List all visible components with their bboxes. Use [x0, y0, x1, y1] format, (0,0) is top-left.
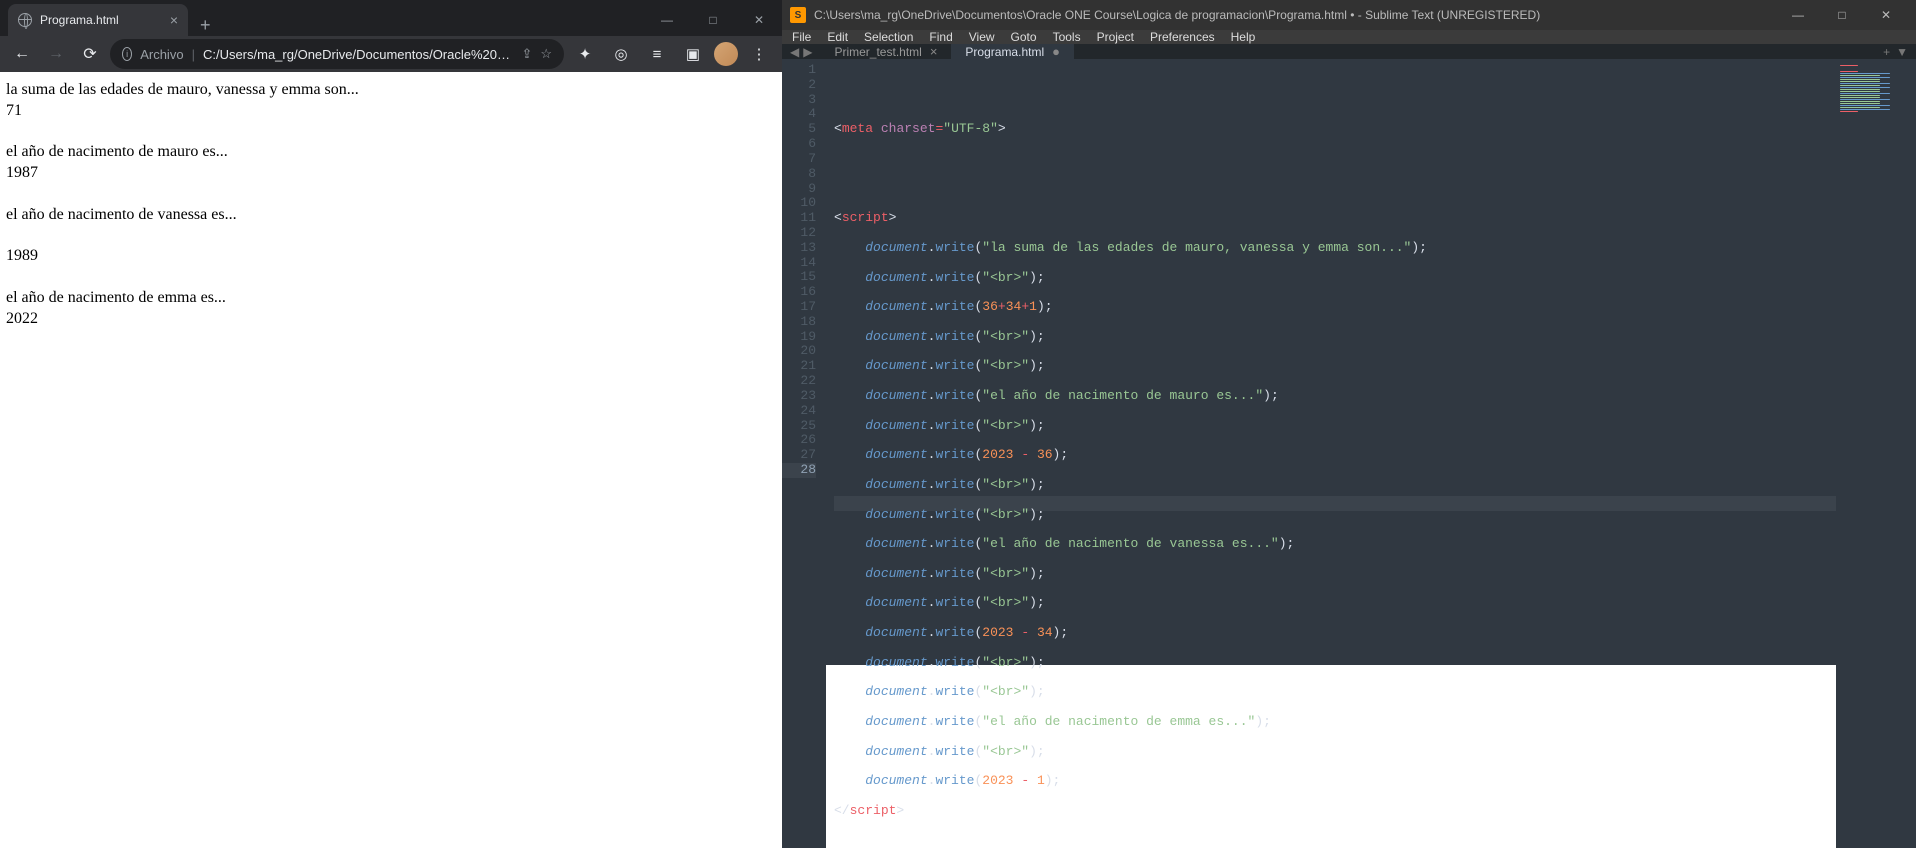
lineno: 11	[800, 210, 816, 225]
code-area[interactable]: <meta charset="UTF-8"> <script> document…	[826, 59, 1836, 848]
lineno: 9	[808, 181, 816, 196]
tab-dirty-icon: ●	[1052, 44, 1060, 59]
menu-project[interactable]: Project	[1089, 30, 1142, 44]
menu-selection[interactable]: Selection	[856, 30, 921, 44]
globe-icon	[18, 13, 32, 27]
menu-file[interactable]: File	[784, 30, 819, 44]
profile-avatar[interactable]	[714, 42, 738, 66]
lineno: 4	[808, 106, 816, 121]
tab-nav-fwd-icon[interactable]: ▶	[803, 45, 812, 59]
output-line: la suma de las edades de mauro, vanessa …	[6, 81, 359, 98]
chrome-minimize-icon[interactable]: —	[644, 4, 690, 36]
lineno: 7	[808, 151, 816, 166]
menu-help[interactable]: Help	[1223, 30, 1264, 44]
address-bar[interactable]: i Archivo | C:/Users/ma_rg/OneDrive/Docu…	[110, 39, 564, 69]
share-icon[interactable]: ⇪	[521, 46, 532, 62]
lineno: 21	[800, 358, 816, 373]
lineno: 3	[808, 92, 816, 107]
tab-label: Primer_test.html	[834, 45, 921, 59]
output-line: 2022	[6, 310, 38, 327]
tab-dropdown-icon[interactable]: ▼	[1896, 45, 1908, 59]
lineno: 5	[808, 121, 816, 136]
output-line: 71	[6, 102, 22, 119]
sublime-maximize-icon[interactable]: □	[1820, 0, 1864, 30]
editor-body: 1 2 3 4 5 6 7 8 9 10 11 12 13 14 15 16 1…	[782, 59, 1916, 848]
menu-tools[interactable]: Tools	[1045, 30, 1089, 44]
chrome-menu-icon[interactable]: ⋮	[744, 39, 774, 69]
close-tab-icon[interactable]: ×	[170, 12, 178, 28]
sublime-close-icon[interactable]: ✕	[1864, 0, 1908, 30]
lineno: 15	[800, 269, 816, 284]
lineno: 12	[800, 225, 816, 240]
minimap[interactable]	[1836, 59, 1916, 848]
menu-find[interactable]: Find	[921, 30, 960, 44]
chrome-maximize-icon[interactable]: □	[690, 4, 736, 36]
lineno: 16	[800, 284, 816, 299]
brave-icon[interactable]: ◎	[606, 39, 636, 69]
forward-button[interactable]: →	[42, 40, 70, 68]
lineno-current: 28	[782, 463, 816, 478]
line-gutter: 1 2 3 4 5 6 7 8 9 10 11 12 13 14 15 16 1…	[782, 59, 826, 848]
browser-tab[interactable]: Programa.html ×	[8, 4, 188, 36]
star-icon[interactable]: ☆	[540, 46, 552, 62]
menu-goto[interactable]: Goto	[1003, 30, 1045, 44]
sidepanel-icon[interactable]: ▣	[678, 39, 708, 69]
lineno: 13	[800, 240, 816, 255]
info-icon: i	[122, 47, 132, 61]
lineno: 17	[800, 299, 816, 314]
lineno: 25	[800, 418, 816, 433]
chrome-close-icon[interactable]: ✕	[736, 4, 782, 36]
lineno: 27	[800, 447, 816, 462]
editor-tab[interactable]: Primer_test.html ×	[820, 44, 951, 59]
lineno: 6	[808, 136, 816, 151]
menu-preferences[interactable]: Preferences	[1142, 30, 1223, 44]
editor-tab-active[interactable]: Programa.html ●	[951, 44, 1074, 59]
menu-edit[interactable]: Edit	[819, 30, 856, 44]
output-line: el año de nacimento de mauro es...	[6, 143, 228, 160]
page-content: la suma de las edades de mauro, vanessa …	[0, 72, 782, 665]
reading-list-icon[interactable]: ≡	[642, 39, 672, 69]
lineno: 1	[808, 62, 816, 77]
output-line: 1987	[6, 164, 38, 181]
lineno: 10	[800, 195, 816, 210]
new-tab-button[interactable]: +	[188, 15, 223, 36]
tab-close-icon[interactable]: ×	[930, 44, 938, 59]
lineno: 20	[800, 343, 816, 358]
lineno: 22	[800, 373, 816, 388]
output-line: el año de nacimento de vanessa es...	[6, 206, 237, 223]
chrome-window: Programa.html × + — □ ✕ ← → ⟳ i Archivo …	[0, 0, 782, 665]
tab-nav-back-icon[interactable]: ◀	[790, 45, 799, 59]
sublime-title: C:\Users\ma_rg\OneDrive\Documentos\Oracl…	[814, 8, 1540, 22]
tab-title: Programa.html	[40, 13, 119, 27]
sublime-logo-icon: S	[790, 7, 806, 23]
lineno: 18	[800, 314, 816, 329]
tab-label: Programa.html	[965, 45, 1044, 59]
output-line: el año de nacimento de emma es...	[6, 289, 226, 306]
extensions-icon[interactable]: ✦	[570, 39, 600, 69]
url-label: Archivo	[140, 47, 183, 62]
sublime-menubar: File Edit Selection Find View Goto Tools…	[782, 30, 1916, 44]
lineno: 2	[808, 77, 816, 92]
lineno: 26	[800, 432, 816, 447]
sublime-tab-bar: ◀ ▶ Primer_test.html × Programa.html ● +…	[782, 44, 1916, 59]
reload-button[interactable]: ⟳	[76, 40, 104, 68]
chrome-toolbar: ← → ⟳ i Archivo | C:/Users/ma_rg/OneDriv…	[0, 36, 782, 72]
lineno: 23	[800, 388, 816, 403]
sublime-minimize-icon[interactable]: —	[1776, 0, 1820, 30]
lineno: 14	[800, 255, 816, 270]
sublime-titlebar: S C:\Users\ma_rg\OneDrive\Documentos\Ora…	[782, 0, 1916, 30]
chrome-titlebar: Programa.html × + — □ ✕	[0, 0, 782, 36]
new-tab-icon[interactable]: +	[1883, 45, 1890, 59]
output-line: 1989	[6, 247, 38, 264]
back-button[interactable]: ←	[8, 40, 36, 68]
lineno: 24	[800, 403, 816, 418]
lineno: 8	[808, 166, 816, 181]
url-path: C:/Users/ma_rg/OneDrive/Documentos/Oracl…	[203, 47, 513, 62]
lineno: 19	[800, 329, 816, 344]
sublime-window: S C:\Users\ma_rg\OneDrive\Documentos\Ora…	[782, 0, 1916, 665]
menu-view[interactable]: View	[961, 30, 1003, 44]
